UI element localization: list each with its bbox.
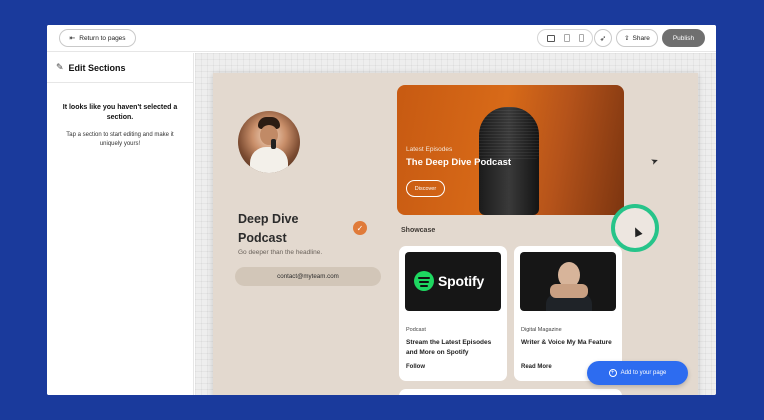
spotify-logo-text: Spotify — [438, 273, 485, 289]
device-preview-toggle — [537, 29, 593, 47]
card-category: Podcast — [406, 327, 426, 333]
contact-email-button[interactable]: contact@myteam.com — [235, 267, 381, 286]
return-to-pages-button[interactable]: ⇤ Return to pages — [59, 29, 136, 47]
mobile-icon[interactable] — [578, 34, 584, 42]
editor-window: ⇤ Return to pages ➶ ⇪ Share Publish ✎ Ed… — [47, 25, 716, 395]
send-icon[interactable]: ➤ — [649, 155, 660, 168]
verified-badge-icon: ✓ — [353, 221, 367, 235]
empty-state-title: It looks like you haven't selected a sec… — [62, 104, 178, 121]
rocket-icon: ➶ — [599, 33, 607, 43]
empty-state-subtitle: Tap a section to start editing and make … — [66, 132, 174, 147]
spotify-logo: Spotify — [414, 271, 484, 291]
hero-eyebrow: Latest Episodes — [406, 146, 453, 153]
share-button[interactable]: ⇪ Share — [616, 29, 658, 47]
add-button-label: Add to your page — [620, 370, 667, 376]
spotify-icon — [414, 271, 434, 291]
card-title: Stream the Latest Episodes and More on S… — [406, 339, 492, 356]
follow-link[interactable]: Follow — [406, 364, 425, 370]
card-title: Writer & Voice My Ma Feature — [521, 339, 612, 346]
return-label: Return to pages — [79, 34, 126, 42]
next-card-partial[interactable] — [399, 389, 622, 395]
panel-header: ✎ Edit Sections — [47, 53, 193, 83]
desktop-icon[interactable] — [546, 34, 555, 42]
share-label: Share — [632, 34, 650, 42]
tablet-icon[interactable] — [563, 34, 570, 42]
profile-tagline[interactable]: Go deeper than the headline. — [238, 249, 322, 256]
add-to-your-page-button[interactable]: + Add to your page — [587, 361, 688, 385]
share-icon: ⇪ — [624, 35, 630, 42]
rocket-button[interactable]: ➶ — [594, 29, 612, 47]
return-arrow-icon: ⇤ — [69, 35, 76, 42]
profile-name[interactable]: Deep Dive Podcast — [238, 210, 348, 248]
top-toolbar: ⇤ Return to pages ➶ ⇪ Share Publish — [47, 25, 716, 52]
profile-avatar[interactable] — [238, 111, 300, 173]
read-more-link[interactable]: Read More — [521, 364, 552, 370]
hero-banner[interactable]: Latest Episodes The Deep Dive Podcast Di… — [397, 85, 624, 215]
magazine-thumbnail — [520, 252, 616, 311]
spotify-thumbnail: Spotify — [405, 252, 501, 311]
panel-title: Edit Sections — [68, 62, 126, 73]
edit-icon: ✎ — [56, 62, 64, 72]
showcase-card-spotify[interactable]: Spotify Podcast Stream the Latest Episod… — [399, 246, 507, 381]
card-category: Digital Magazine — [521, 327, 562, 333]
hero-title: The Deep Dive Podcast — [406, 157, 512, 168]
discover-button[interactable]: Discover — [406, 180, 445, 197]
plus-icon: + — [608, 369, 617, 377]
showcase-heading: Showcase — [401, 227, 436, 234]
edit-sections-panel: ✎ Edit Sections It looks like you haven'… — [47, 53, 194, 395]
publish-button[interactable]: Publish — [662, 29, 705, 47]
